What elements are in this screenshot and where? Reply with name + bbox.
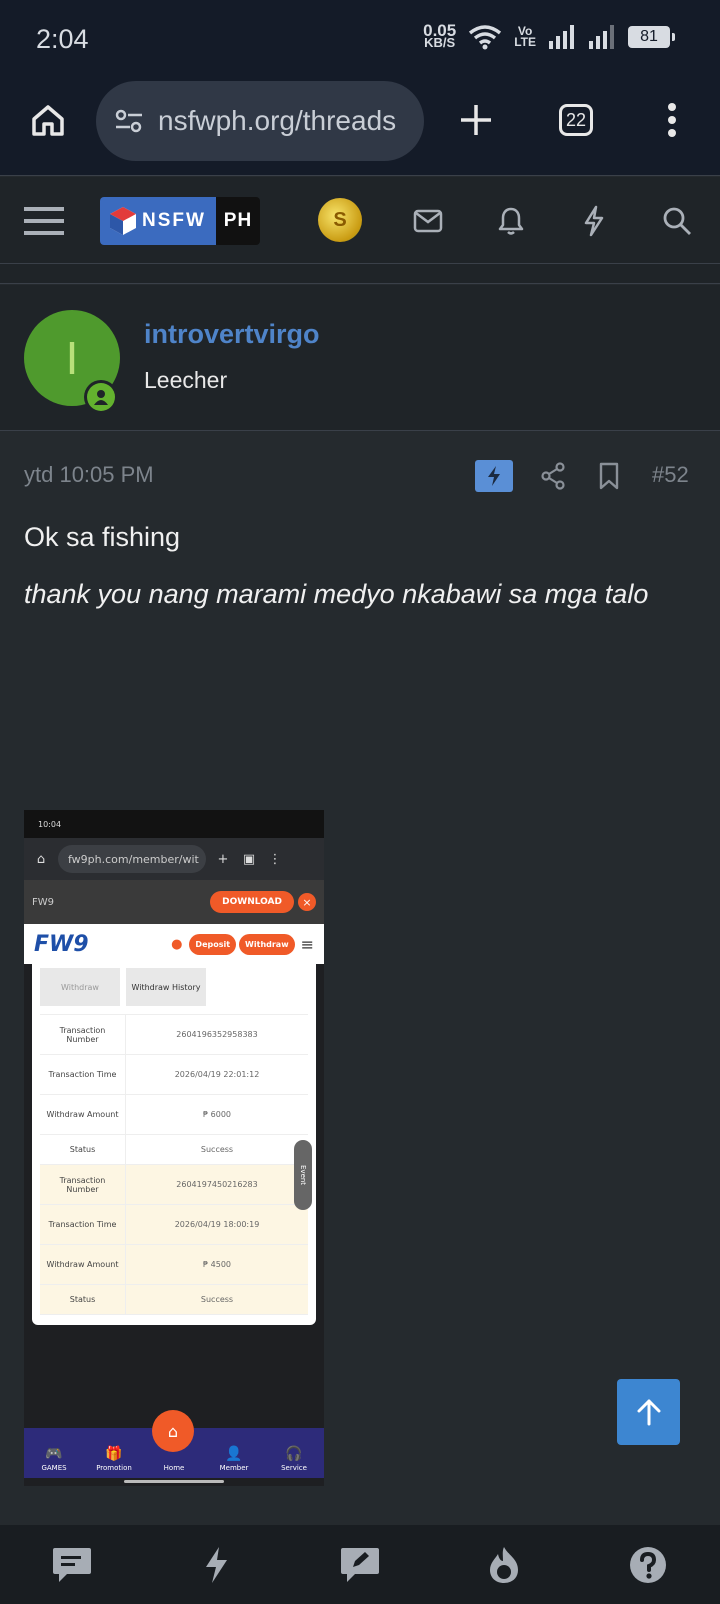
- whats-new-button[interactable]: [572, 199, 616, 243]
- embedded-status-bar: 10:04: [24, 810, 324, 838]
- system-status-bar: 2:04 0.05 KB/S Vo LTE 81: [0, 0, 720, 78]
- new-post-button[interactable]: [336, 1541, 384, 1589]
- browser-menu-button[interactable]: [644, 92, 700, 148]
- lightning-icon: [206, 1546, 227, 1583]
- embedded-url: fw9ph.com/member/wit: [58, 845, 206, 873]
- share-button[interactable]: [537, 460, 569, 492]
- inbox-button[interactable]: [406, 199, 450, 243]
- chat-bubble-icon: [53, 1547, 91, 1582]
- lightning-icon: [488, 466, 500, 486]
- logo-box-icon: [110, 207, 136, 235]
- wifi-icon: [469, 25, 502, 50]
- whats-new-nav-button[interactable]: [192, 1541, 240, 1589]
- hamburger-menu-button[interactable]: [22, 199, 66, 243]
- post-text-italic: thank you nang marami medyo nkabawi sa m…: [24, 579, 649, 609]
- site-header: NSFW PH S: [0, 177, 720, 264]
- attached-image[interactable]: 10:04 ⌂ fw9ph.com/member/wit + ▣ ⋮ FW9 D…: [24, 810, 324, 1486]
- embedded-more-icon: ⋮: [268, 851, 282, 867]
- plus-icon: [461, 105, 491, 135]
- embedded-event-tab: Event: [294, 1140, 312, 1210]
- help-button[interactable]: [624, 1541, 672, 1589]
- embedded-home-icon-button: ⌂: [152, 1410, 194, 1452]
- bottom-navigation: [0, 1525, 720, 1604]
- embedded-menu-icon: ≡: [300, 934, 314, 954]
- user-online-icon: [94, 390, 108, 405]
- embedded-download-banner: FW9 DOWNLOAD ×: [24, 880, 324, 924]
- network-speed: 0.05 KB/S: [423, 21, 457, 50]
- arrow-up-icon: [637, 1399, 660, 1426]
- address-bar[interactable]: nsfwph.org/threads: [96, 81, 424, 161]
- embedded-withdraw-card: Withdraw Withdraw History Transaction Nu…: [32, 964, 316, 1325]
- fire-icon: [490, 1546, 518, 1583]
- signal-icon-2: [589, 25, 614, 49]
- search-button[interactable]: [655, 199, 699, 243]
- status-time: 2:04: [36, 24, 89, 54]
- status-icons: 0.05 KB/S Vo LTE 81: [423, 21, 675, 50]
- battery-indicator: 81: [628, 26, 675, 48]
- volte-indicator: Vo LTE: [514, 24, 536, 49]
- post-date[interactable]: ytd 10:05 PM: [24, 462, 154, 488]
- tab-count: 22: [559, 104, 593, 136]
- embedded-url-bar: ⌂ fw9ph.com/member/wit + ▣ ⋮: [24, 838, 324, 880]
- hamburger-icon: [24, 207, 64, 235]
- new-tab-button[interactable]: [448, 92, 504, 148]
- post-text-line: Ok sa fishing: [24, 522, 181, 552]
- search-icon: [663, 207, 691, 235]
- lightning-icon: [584, 205, 604, 237]
- user-title: Leecher: [144, 367, 228, 393]
- more-vert-icon: [668, 103, 676, 137]
- bookmark-icon: [599, 462, 619, 490]
- embedded-bell-icon: ●: [171, 936, 183, 952]
- post-number-link[interactable]: #52: [652, 462, 689, 488]
- alerts-button[interactable]: [489, 199, 533, 243]
- home-icon: [32, 105, 64, 136]
- mail-icon: [413, 209, 443, 233]
- trending-button[interactable]: [480, 1541, 528, 1589]
- embedded-site-header: FW9 ● Deposit Withdraw ≡: [24, 924, 324, 964]
- tab-switcher-button[interactable]: 22: [548, 92, 604, 148]
- share-icon: [541, 462, 565, 490]
- embedded-close-icon: ×: [298, 893, 316, 911]
- bell-icon: [498, 207, 524, 235]
- home-button[interactable]: [20, 92, 76, 148]
- forums-button[interactable]: [48, 1541, 96, 1589]
- site-settings-icon[interactable]: [114, 107, 144, 135]
- boost-button[interactable]: [475, 460, 513, 492]
- embedded-home-icon: ⌂: [36, 851, 46, 867]
- embedded-gesture-bar: [124, 1480, 224, 1483]
- post-author-block: I introvertvirgo Leecher: [0, 285, 720, 431]
- edit-bubble-icon: [341, 1547, 379, 1582]
- coin-icon[interactable]: S: [318, 198, 362, 242]
- url-text: nsfwph.org/threads: [158, 105, 397, 136]
- bookmark-button[interactable]: [593, 460, 625, 492]
- browser-toolbar: nsfwph.org/threads 22: [0, 78, 720, 176]
- header-divider: [0, 264, 720, 284]
- embedded-plus-icon: +: [217, 851, 229, 867]
- username-link[interactable]: introvertvirgo: [144, 319, 320, 350]
- embedded-tabs-icon: ▣: [242, 851, 256, 867]
- site-logo[interactable]: NSFW PH: [100, 197, 260, 245]
- scroll-to-top-button[interactable]: [617, 1379, 680, 1445]
- signal-icon: [549, 25, 574, 49]
- help-icon: [630, 1546, 666, 1583]
- online-status: [84, 380, 118, 414]
